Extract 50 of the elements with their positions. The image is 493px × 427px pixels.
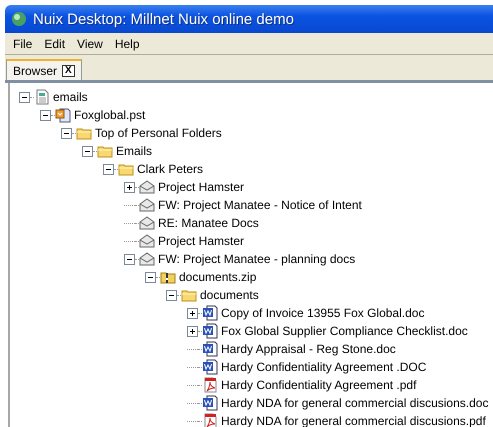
expand-toggle[interactable] xyxy=(187,308,198,318)
collapse-toggle[interactable] xyxy=(40,110,51,120)
document-icon xyxy=(34,89,50,105)
tree-item[interactable]: Project Hamster xyxy=(155,180,244,194)
collapse-toggle[interactable] xyxy=(19,92,30,102)
tree-item[interactable]: Copy of Invoice 13955 Fox Global.doc xyxy=(218,306,424,320)
tree-item[interactable]: FW: Project Manatee - Notice of Intent xyxy=(155,198,362,212)
envelope-icon xyxy=(139,179,155,195)
collapse-toggle[interactable] xyxy=(61,128,72,138)
tree-item[interactable]: Hardy Confidentiality Agreement .pdf xyxy=(218,378,416,392)
envelope-icon xyxy=(139,233,155,249)
collapse-toggle[interactable] xyxy=(124,254,135,264)
close-button[interactable]: X xyxy=(62,64,75,76)
tree-item[interactable]: Hardy Confidentiality Agreement .DOC xyxy=(218,360,426,374)
app-icon xyxy=(11,11,27,27)
tree-item[interactable]: Emails xyxy=(113,144,152,158)
tree-item[interactable]: emails xyxy=(50,90,88,104)
tree-item[interactable]: documents xyxy=(197,288,259,302)
envelope-icon xyxy=(139,251,155,267)
menu-item[interactable]: File xyxy=(7,36,38,50)
collapse-toggle[interactable] xyxy=(103,164,114,174)
menu-item[interactable]: Edit xyxy=(38,36,72,50)
collapse-toggle[interactable] xyxy=(145,272,156,282)
window-title: Nuix Desktop: Millnet Nuix online demo xyxy=(33,10,294,28)
tree-item[interactable]: Hardy NDA for general commercial discusions.doc xyxy=(218,396,488,410)
envelope-icon xyxy=(139,197,155,213)
tree-item[interactable]: Foxglobal.pst xyxy=(71,108,146,122)
word-document-icon xyxy=(202,341,218,357)
tree-item[interactable]: Project Hamster xyxy=(155,234,244,248)
tab[interactable]: Browser X xyxy=(6,59,82,80)
word-document-icon xyxy=(202,395,218,411)
expand-toggle[interactable] xyxy=(187,326,198,336)
tree-item[interactable]: Clark Peters xyxy=(134,162,204,176)
collapse-toggle[interactable] xyxy=(166,290,177,300)
collapse-toggle[interactable] xyxy=(82,146,93,156)
menu-item[interactable]: View xyxy=(71,36,109,50)
word-document-icon xyxy=(202,323,218,339)
mailbox-file-icon xyxy=(55,107,71,123)
word-document-icon xyxy=(202,359,218,375)
word-document-icon xyxy=(202,305,218,321)
tree-item[interactable]: Fox Global Supplier Compliance Checklist.doc xyxy=(218,324,468,338)
menu-item[interactable]: Help xyxy=(108,36,146,50)
tree-item[interactable]: RE: Manatee Docs xyxy=(155,216,259,230)
tree-item[interactable]: Top of Personal Folders xyxy=(92,126,222,140)
tree-item[interactable]: FW: Project Manatee - planning docs xyxy=(155,252,356,266)
envelope-icon xyxy=(139,215,155,231)
tree-item[interactable]: documents.zip xyxy=(176,270,256,284)
expand-toggle[interactable] xyxy=(124,182,135,192)
tree-item[interactable]: Hardy Appraisal - Reg Stone.doc xyxy=(218,342,396,356)
pdf-icon xyxy=(202,377,218,393)
